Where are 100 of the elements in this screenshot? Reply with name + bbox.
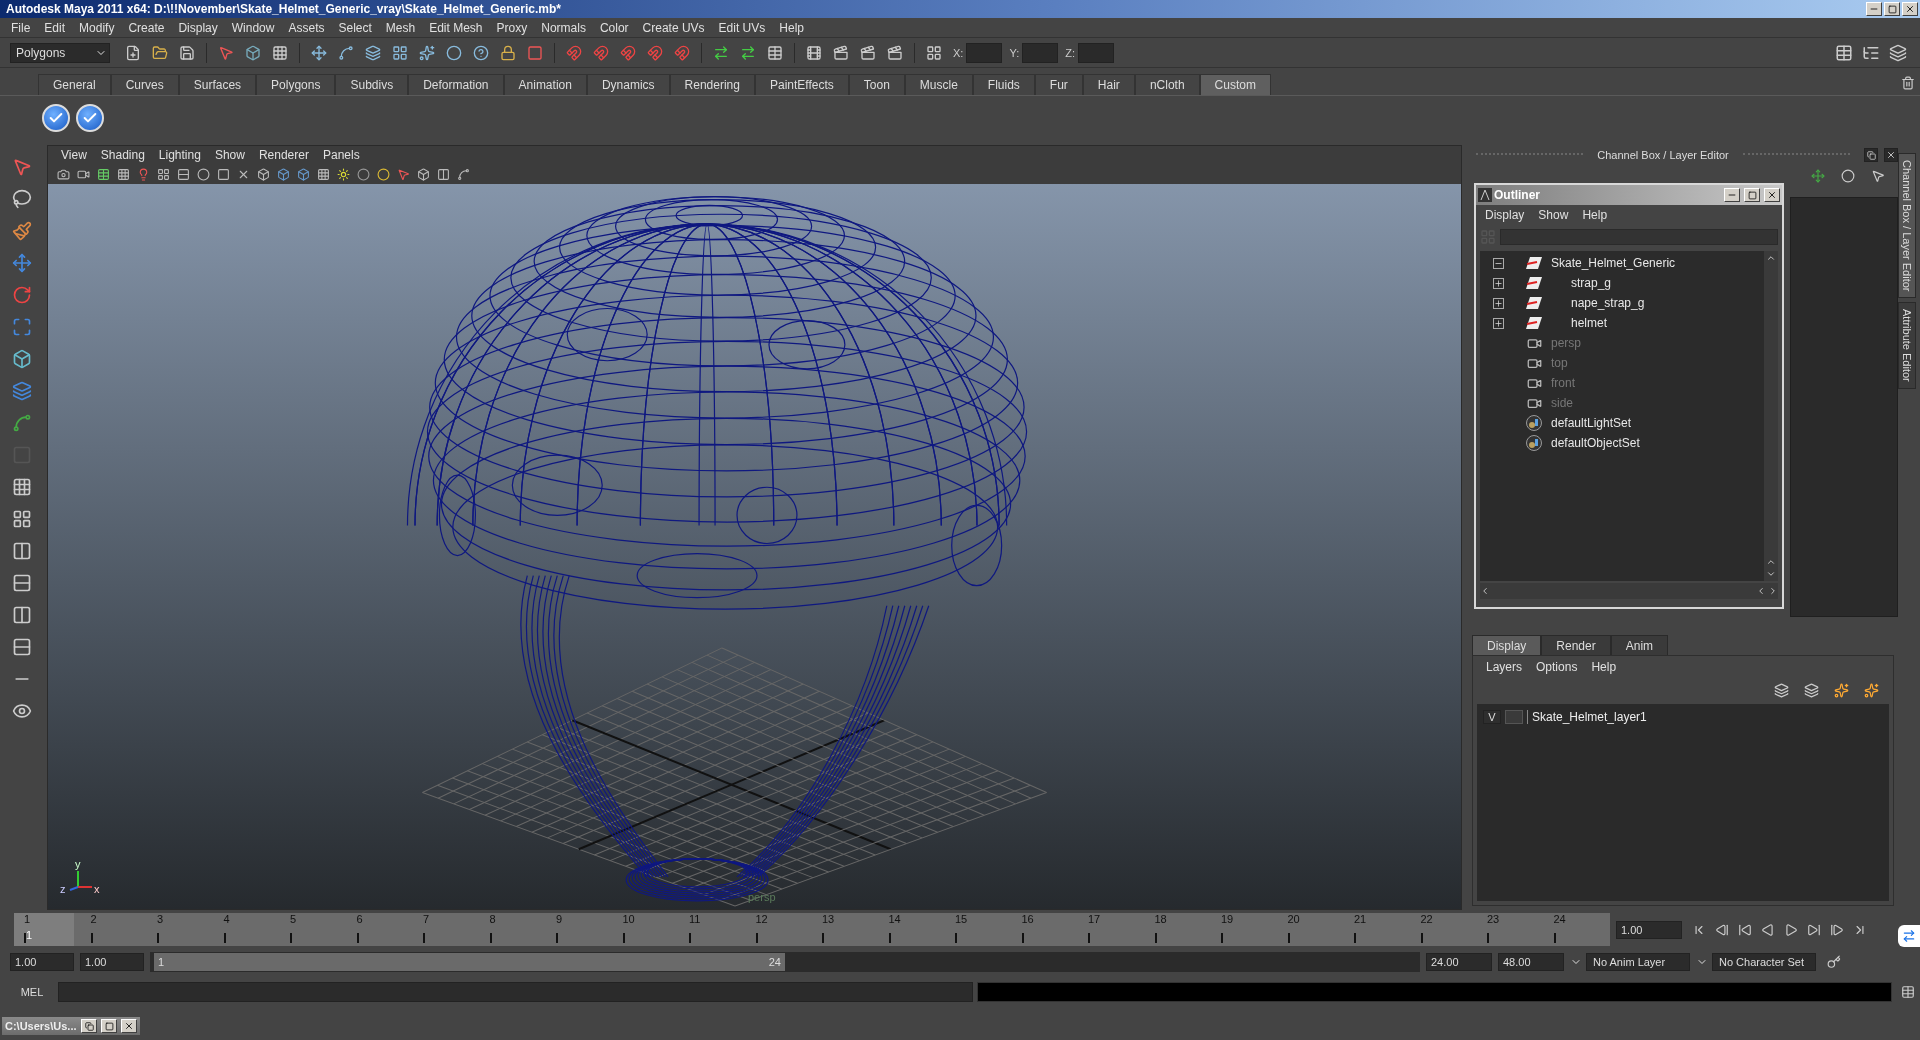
- scrollbar[interactable]: [1480, 583, 1778, 599]
- maximize-button[interactable]: [1744, 188, 1760, 202]
- sphere-icon[interactable]: [374, 165, 392, 183]
- double-arrow-icon[interactable]: [1898, 925, 1920, 947]
- z-field[interactable]: [1078, 42, 1114, 63]
- maximize-button[interactable]: [1884, 2, 1900, 16]
- shelf-tab[interactable]: Muscle: [904, 74, 973, 95]
- end-time-field[interactable]: 48.00: [1498, 953, 1564, 971]
- checkmark-icon[interactable]: [76, 104, 104, 132]
- playback-start-field[interactable]: 1.00: [80, 953, 144, 971]
- scrollbar[interactable]: [1764, 251, 1778, 581]
- command-field[interactable]: [58, 982, 973, 1002]
- tab[interactable]: Anim: [1610, 635, 1669, 655]
- menu-item[interactable]: Create UVs: [635, 20, 712, 35]
- shelf-tab[interactable]: nCloth: [1134, 74, 1200, 95]
- menu-item[interactable]: Modify: [72, 20, 122, 35]
- layers-icon[interactable]: [10, 379, 34, 403]
- menu-item[interactable]: Lighting: [151, 148, 208, 162]
- shelf-tab[interactable]: Rendering: [669, 74, 755, 95]
- menu-item[interactable]: View: [54, 148, 94, 162]
- playback-end-field[interactable]: 24.00: [1426, 953, 1492, 971]
- shelf-tab[interactable]: Curves: [110, 74, 179, 95]
- menu-item[interactable]: Panels: [315, 148, 367, 162]
- minimize-button[interactable]: [1866, 2, 1882, 16]
- shelf-tab[interactable]: Surfaces: [178, 74, 257, 95]
- outliner-item[interactable]: defaultLightSet: [1551, 416, 1632, 430]
- menu-item[interactable]: Normals: [534, 20, 593, 35]
- menu-item[interactable]: Mesh: [378, 20, 423, 35]
- menu-item[interactable]: Edit: [37, 20, 73, 35]
- menu-item[interactable]: Help: [1584, 660, 1624, 674]
- tab[interactable]: Display: [1472, 635, 1542, 655]
- filter-field[interactable]: [1500, 229, 1778, 245]
- menu-item[interactable]: Select: [331, 20, 379, 35]
- float-button[interactable]: [1864, 148, 1878, 162]
- outliner-item[interactable]: helmet: [1571, 316, 1608, 330]
- shelf-tab[interactable]: Hair: [1082, 74, 1135, 95]
- shelf-tab[interactable]: Polygons: [256, 74, 336, 95]
- range-slider[interactable]: 1 24: [150, 952, 1420, 972]
- menu-item[interactable]: Color: [592, 20, 636, 35]
- shelf-tab[interactable]: Dynamics: [586, 74, 670, 95]
- range-slider-bar[interactable]: 1 24: [154, 953, 785, 971]
- maximize-button[interactable]: [101, 1019, 117, 1033]
- outliner-item[interactable]: strap_g: [1571, 276, 1612, 290]
- menu-item[interactable]: Proxy: [489, 20, 535, 35]
- character-set-dropdown[interactable]: No Character Set: [1712, 953, 1816, 971]
- shelf-tab[interactable]: Custom: [1199, 74, 1271, 95]
- outliner-item[interactable]: nape_strap_g: [1571, 296, 1645, 310]
- playback-toggle[interactable]: [1505, 710, 1523, 724]
- shelf-tab[interactable]: General: [38, 74, 111, 95]
- anim-layer-dropdown[interactable]: No Anim Layer: [1586, 953, 1690, 971]
- start-time-field[interactable]: 1.00: [10, 953, 74, 971]
- menu-item[interactable]: Renderer: [251, 148, 316, 162]
- time-slider[interactable]: 1 1 2 3 4 5 6 7 8 9 10 11 12 13 14 15 16 17 18 19 20 21 22 23 24: [14, 913, 1610, 946]
- menu-item[interactable]: Layers: [1479, 660, 1530, 674]
- side-tab[interactable]: Channel Box / Layer Editor: [1898, 153, 1916, 299]
- menu-item[interactable]: Show: [1531, 208, 1576, 222]
- shelf-tab[interactable]: Subdivs: [335, 74, 409, 95]
- y-field[interactable]: [1022, 42, 1059, 63]
- shelf-tab[interactable]: Deformation: [408, 74, 504, 95]
- restore-button[interactable]: [81, 1019, 97, 1033]
- menu-item[interactable]: Show: [207, 148, 252, 162]
- shelf-tab[interactable]: Toon: [848, 74, 905, 95]
- minimized-window[interactable]: C:\Users\Us...: [2, 1017, 140, 1035]
- shelf-tab[interactable]: Fur: [1034, 74, 1083, 95]
- layer-name[interactable]: Skate_Helmet_layer1: [1527, 710, 1647, 724]
- 3d-viewport[interactable]: y z x persp: [48, 184, 1461, 909]
- shaded-icon[interactable]: [194, 165, 212, 183]
- sun-icon[interactable]: [334, 165, 352, 183]
- expand-toggle[interactable]: [1492, 277, 1504, 289]
- menu-item[interactable]: Window: [224, 20, 282, 35]
- expand-toggle[interactable]: [1492, 317, 1504, 329]
- expand-toggle[interactable]: [1492, 257, 1504, 269]
- side-tab[interactable]: Attribute Editor: [1898, 302, 1916, 390]
- menu-item[interactable]: Edit Mesh: [422, 20, 490, 35]
- menu-item[interactable]: Help: [1575, 208, 1615, 222]
- menu-item[interactable]: Shading: [93, 148, 152, 162]
- menu-item[interactable]: Assets: [281, 20, 332, 35]
- minimize-button[interactable]: [1724, 188, 1740, 202]
- outliner-item[interactable]: defaultObjectSet: [1551, 436, 1640, 450]
- shelf-tab[interactable]: Animation: [503, 74, 587, 95]
- shelf-tab[interactable]: PaintEffects: [754, 74, 849, 95]
- menu-item[interactable]: Help: [772, 20, 811, 35]
- expand-toggle[interactable]: [1492, 297, 1504, 309]
- menu-item[interactable]: Create: [121, 20, 172, 35]
- menu-item[interactable]: Edit UVs: [711, 20, 773, 35]
- lasso-icon[interactable]: [10, 187, 34, 211]
- close-button[interactable]: [1884, 148, 1898, 162]
- command-language-label[interactable]: MEL: [10, 986, 54, 998]
- sphere-icon[interactable]: [354, 165, 372, 183]
- visibility-toggle[interactable]: V: [1483, 710, 1501, 724]
- current-frame-field[interactable]: 1.00: [1616, 920, 1682, 939]
- outliner-item[interactable]: Skate_Helmet_Generic: [1551, 256, 1676, 270]
- move-icon[interactable]: [10, 251, 34, 275]
- menu-item[interactable]: Display: [171, 20, 225, 35]
- menu-item[interactable]: Display: [1478, 208, 1532, 222]
- shelf-tab[interactable]: Fluids: [972, 74, 1035, 95]
- mode-dropdown[interactable]: Polygons: [10, 42, 110, 63]
- menu-item[interactable]: Options: [1529, 660, 1585, 674]
- tab[interactable]: Render: [1541, 635, 1611, 655]
- menu-item[interactable]: File: [4, 20, 38, 35]
